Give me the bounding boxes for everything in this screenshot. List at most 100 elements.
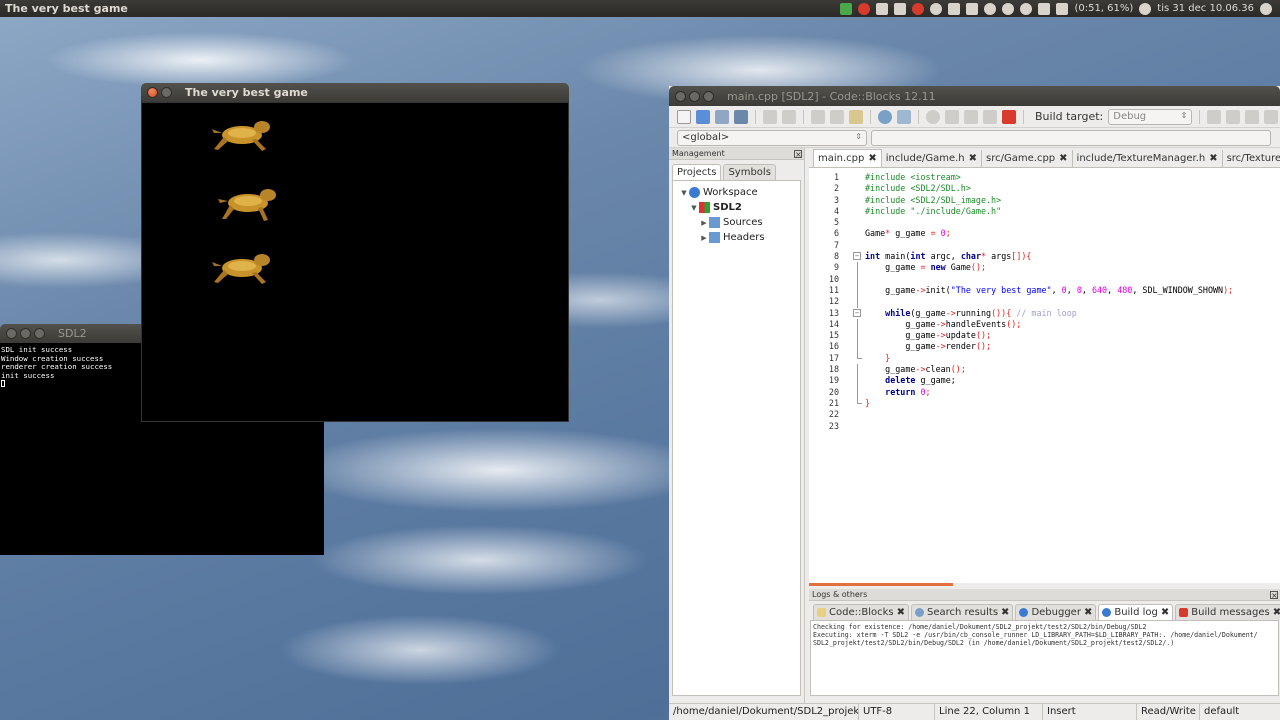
tree-label: Sources xyxy=(723,217,763,228)
tray-clock-app-icon[interactable] xyxy=(912,2,925,15)
paste-icon[interactable] xyxy=(849,109,863,124)
tray-status-icon[interactable] xyxy=(930,2,943,15)
debug-next-icon[interactable] xyxy=(1245,109,1260,124)
redo-icon[interactable] xyxy=(782,109,796,124)
tray-app-icon[interactable] xyxy=(840,2,853,15)
fold-toggle-icon[interactable]: − xyxy=(853,252,861,261)
tab-codeblocks-log[interactable]: Code::Blocks ✖ xyxy=(813,604,909,620)
running-dog-sprite xyxy=(212,254,270,284)
clock[interactable]: tis 31 dec 10.06.36 xyxy=(1157,3,1254,14)
tab-build-messages[interactable]: Build messages ✖ xyxy=(1175,604,1280,620)
line-number: 20 xyxy=(828,386,839,397)
game-titlebar[interactable]: The very best game xyxy=(141,83,569,102)
code-token: -> xyxy=(935,318,946,329)
close-tab-icon[interactable]: ✖ xyxy=(1059,153,1067,164)
close-tab-icon[interactable]: ✖ xyxy=(1161,607,1169,618)
collapse-arrow-icon[interactable]: ▶ xyxy=(699,219,709,227)
logs-header: Logs & others × xyxy=(809,589,1280,601)
debug-into-icon[interactable] xyxy=(1264,109,1279,124)
build-gear-icon[interactable] xyxy=(926,109,940,124)
collapse-arrow-icon[interactable]: ▶ xyxy=(699,234,709,242)
close-tab-icon[interactable]: ✖ xyxy=(868,153,876,164)
build-log-output[interactable]: Checking for existence: /home/daniel/Dok… xyxy=(810,620,1279,696)
scrollbar-thumb[interactable] xyxy=(809,583,953,586)
tray-notification-icon[interactable] xyxy=(858,2,871,15)
close-tab-icon[interactable]: ✖ xyxy=(1209,153,1217,164)
game-canvas[interactable] xyxy=(141,102,569,422)
close-icon[interactable] xyxy=(6,328,17,339)
maximize-icon[interactable] xyxy=(703,90,714,102)
close-tab-icon[interactable]: ✖ xyxy=(1084,607,1092,618)
debug-run-icon[interactable] xyxy=(1207,109,1222,124)
build-target-select[interactable]: Debug ⇕ xyxy=(1108,108,1193,125)
build-run-icon[interactable] xyxy=(964,109,978,124)
close-icon[interactable]: × xyxy=(794,149,802,158)
debug-step-icon[interactable] xyxy=(1226,109,1241,124)
code-editor[interactable]: 1 #include <iostream> 2 #include <SDL2/SDL… xyxy=(809,168,1280,432)
save-all-icon[interactable] xyxy=(734,109,748,124)
close-tab-icon[interactable]: ✖ xyxy=(1001,607,1009,618)
rebuild-icon[interactable] xyxy=(983,109,997,124)
code-token: init( xyxy=(925,284,951,295)
function-select[interactable] xyxy=(871,129,1271,146)
minimize-icon[interactable] xyxy=(689,90,700,102)
expand-arrow-icon[interactable]: ▼ xyxy=(679,189,689,197)
code-line: 4 #include "./include/Game.h" xyxy=(809,206,1280,217)
fold-toggle-icon[interactable]: − xyxy=(853,308,861,317)
battery-icon[interactable] xyxy=(1056,2,1069,15)
tab-symbols[interactable]: Symbols xyxy=(723,164,776,180)
close-icon[interactable]: × xyxy=(1270,590,1278,599)
tree-item-headers[interactable]: ▶ Headers xyxy=(673,230,800,245)
gear-icon[interactable] xyxy=(1260,2,1272,15)
tray-storage-icon[interactable] xyxy=(966,2,979,15)
replace-icon[interactable] xyxy=(897,109,911,124)
wifi-icon[interactable] xyxy=(1002,2,1015,15)
line-number: 2 xyxy=(833,183,839,194)
close-tab-icon[interactable]: ✖ xyxy=(969,153,977,164)
save-icon[interactable] xyxy=(715,109,729,124)
close-icon[interactable] xyxy=(675,90,686,102)
code-token: Game xyxy=(865,228,886,239)
file-tab-game-h[interactable]: include/Game.h ✖ xyxy=(882,150,983,167)
file-tab-label: src/Game.cpp xyxy=(986,153,1056,164)
tray-close-icon[interactable] xyxy=(894,2,907,15)
open-file-icon[interactable] xyxy=(696,109,710,124)
undo-icon[interactable] xyxy=(763,109,777,124)
tray-puzzle-icon[interactable] xyxy=(876,2,889,15)
file-tab-main-cpp[interactable]: main.cpp ✖ xyxy=(813,149,882,167)
tree-item-sources[interactable]: ▶ Sources xyxy=(673,215,800,230)
close-tab-icon[interactable]: ✖ xyxy=(1273,607,1280,618)
wireless-icon[interactable] xyxy=(1020,2,1033,15)
expand-arrow-icon[interactable]: ▼ xyxy=(689,204,699,212)
tray-sv-keyboard-icon[interactable] xyxy=(948,2,961,15)
file-tab-texturemanager-cpp[interactable]: src/TextureM xyxy=(1223,150,1280,167)
tab-label: Code::Blocks xyxy=(829,607,894,618)
file-tab-texturemanager-h[interactable]: include/TextureManager.h ✖ xyxy=(1073,150,1223,167)
cloud-icon[interactable] xyxy=(984,2,997,15)
codeblocks-titlebar[interactable]: main.cpp [SDL2] - Code::Blocks 12.11 xyxy=(669,86,1280,106)
search-icon[interactable] xyxy=(878,109,892,124)
close-icon[interactable] xyxy=(147,87,158,98)
tab-search-results[interactable]: Search results ✖ xyxy=(911,604,1014,620)
abort-icon[interactable] xyxy=(1002,109,1016,124)
maximize-icon[interactable] xyxy=(34,328,45,339)
code-token: int xyxy=(865,251,881,262)
tab-projects[interactable]: Projects xyxy=(672,164,722,180)
minimize-icon[interactable] xyxy=(161,87,172,98)
minimize-icon[interactable] xyxy=(20,328,31,339)
cut-icon[interactable] xyxy=(811,109,825,124)
tab-debugger[interactable]: Debugger ✖ xyxy=(1015,604,1097,620)
volume-icon[interactable] xyxy=(1139,2,1152,15)
battery-status[interactable]: (0:51, 61%) xyxy=(1074,3,1133,14)
mail-icon[interactable] xyxy=(1038,2,1051,15)
scope-select[interactable]: <global> ⇕ xyxy=(677,129,867,146)
tree-item-workspace[interactable]: ▼ Workspace xyxy=(673,185,800,200)
tab-build-log[interactable]: Build log ✖ xyxy=(1098,604,1174,620)
file-tab-game-cpp[interactable]: src/Game.cpp ✖ xyxy=(982,150,1073,167)
close-tab-icon[interactable]: ✖ xyxy=(897,607,905,618)
run-icon[interactable] xyxy=(945,109,959,124)
chevron-updown-icon: ⇕ xyxy=(855,131,862,141)
copy-icon[interactable] xyxy=(830,109,844,124)
tree-item-sdl2[interactable]: ▼ SDL2 xyxy=(673,200,800,215)
new-file-icon[interactable] xyxy=(677,109,691,124)
